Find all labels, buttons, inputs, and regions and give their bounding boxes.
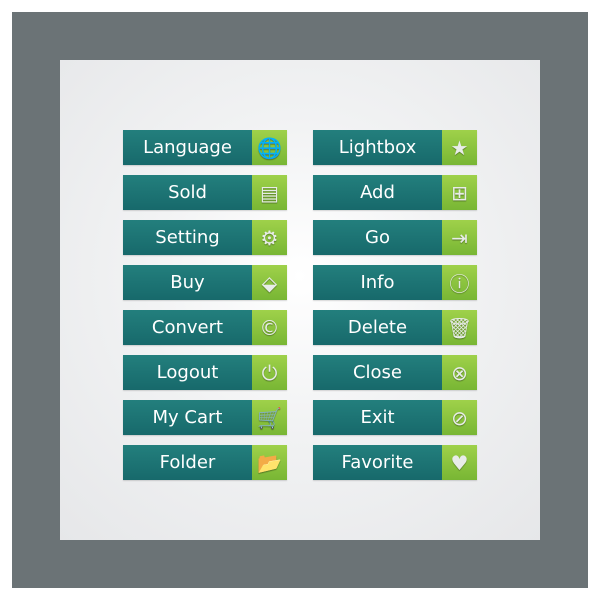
enter-icon: ⇥ xyxy=(442,220,477,255)
language-button[interactable]: Language 🌐 xyxy=(123,130,287,165)
trash-icon: 🗑 xyxy=(442,310,477,345)
button-label: Logout xyxy=(123,355,252,390)
exit-button[interactable]: Exit ⊘ xyxy=(313,400,477,435)
add-icon: ⊞ xyxy=(442,175,477,210)
button-label: Language xyxy=(123,130,252,165)
setting-button[interactable]: Setting ⚙ xyxy=(123,220,287,255)
cart-icon: 🛒 xyxy=(252,400,287,435)
sold-button[interactable]: Sold ▤ xyxy=(123,175,287,210)
heart-icon: ♥ xyxy=(442,445,477,480)
price-tag-icon: ⬙ xyxy=(252,265,287,300)
favorite-button[interactable]: Favorite ♥ xyxy=(313,445,477,480)
delete-button[interactable]: Delete 🗑 xyxy=(313,310,477,345)
buy-button[interactable]: Buy ⬙ xyxy=(123,265,287,300)
close-circle-icon: ⊗ xyxy=(442,355,477,390)
info-icon: ⓘ xyxy=(442,265,477,300)
no-entry-icon: ⊘ xyxy=(442,400,477,435)
logout-button[interactable]: Logout ⏻ xyxy=(123,355,287,390)
my-cart-button[interactable]: My Cart 🛒 xyxy=(123,400,287,435)
button-label: Exit xyxy=(313,400,442,435)
star-icon: ★ xyxy=(442,130,477,165)
lightbox-button[interactable]: Lightbox ★ xyxy=(313,130,477,165)
button-label: Info xyxy=(313,265,442,300)
go-button[interactable]: Go ⇥ xyxy=(313,220,477,255)
button-label: Delete xyxy=(313,310,442,345)
copyright-icon: © xyxy=(252,310,287,345)
folder-icon: 📂 xyxy=(252,445,287,480)
button-label: Folder xyxy=(123,445,252,480)
button-label: Sold xyxy=(123,175,252,210)
button-label: Convert xyxy=(123,310,252,345)
folder-button[interactable]: Folder 📂 xyxy=(123,445,287,480)
button-label: Setting xyxy=(123,220,252,255)
button-label: Lightbox xyxy=(313,130,442,165)
button-label: Close xyxy=(313,355,442,390)
add-button[interactable]: Add ⊞ xyxy=(313,175,477,210)
basket-icon: ▤ xyxy=(252,175,287,210)
button-label: My Cart xyxy=(123,400,252,435)
outer-frame xyxy=(12,12,588,588)
convert-button[interactable]: Convert © xyxy=(123,310,287,345)
power-icon: ⏻ xyxy=(252,355,287,390)
gear-icon: ⚙ xyxy=(252,220,287,255)
button-label: Favorite xyxy=(313,445,442,480)
close-button[interactable]: Close ⊗ xyxy=(313,355,477,390)
button-label: Add xyxy=(313,175,442,210)
button-label: Buy xyxy=(123,265,252,300)
info-button[interactable]: Info ⓘ xyxy=(313,265,477,300)
button-label: Go xyxy=(313,220,442,255)
globe-icon: 🌐 xyxy=(252,130,287,165)
